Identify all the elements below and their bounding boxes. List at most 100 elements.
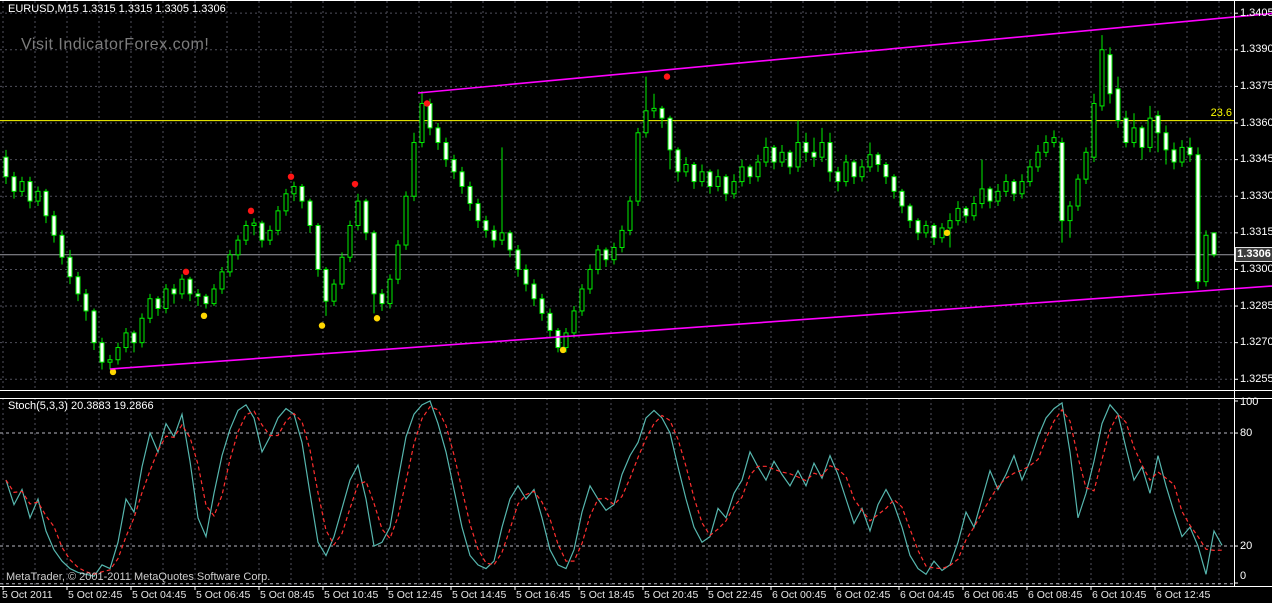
candle-body xyxy=(1012,182,1016,194)
candle-body xyxy=(476,204,480,221)
candle-body xyxy=(412,143,416,197)
candle-body xyxy=(532,284,536,299)
price-axis-label: 1.3330 xyxy=(1240,190,1272,202)
time-axis-label: 5 Oct 22:45 xyxy=(708,589,762,601)
red-signal-dot xyxy=(288,173,294,179)
candle-body xyxy=(740,167,744,182)
candle-body xyxy=(932,226,936,238)
candle-body xyxy=(220,272,224,289)
candle-body xyxy=(876,155,880,165)
candle-body xyxy=(956,208,960,220)
candle-body xyxy=(1132,128,1136,143)
candle-body xyxy=(1172,150,1176,162)
candle-body xyxy=(420,103,424,142)
candle-body xyxy=(484,221,488,231)
candle-body xyxy=(820,143,824,158)
candle-body xyxy=(52,216,56,236)
candle-body xyxy=(100,343,104,363)
candle-body xyxy=(836,172,840,182)
trendline-upper-channel[interactable] xyxy=(418,13,1272,93)
candle-body xyxy=(252,223,256,225)
candle-body xyxy=(1164,133,1168,150)
candle-body xyxy=(196,294,200,296)
red-signal-dot xyxy=(248,208,254,214)
candle-body xyxy=(572,311,576,333)
candle-body xyxy=(1028,167,1032,182)
time-axis-label: 6 Oct 10:45 xyxy=(1092,589,1146,601)
candle-body xyxy=(1196,155,1200,282)
stoch-axis-label: 80 xyxy=(1240,427,1252,439)
candle-body xyxy=(652,108,656,110)
stoch-k-line xyxy=(6,401,1222,576)
candle-body xyxy=(436,128,440,143)
stoch-axis-label: 100 xyxy=(1240,396,1258,408)
candle-body xyxy=(212,289,216,304)
candle-body xyxy=(732,182,736,194)
stoch-axis-label: 20 xyxy=(1240,540,1252,552)
candle-body xyxy=(460,172,464,187)
candle-body xyxy=(132,333,136,343)
candle-body xyxy=(1100,50,1104,106)
candle-body xyxy=(180,279,184,294)
candle-body xyxy=(1060,143,1064,221)
candle-body xyxy=(1020,182,1024,194)
candle-body xyxy=(444,143,448,160)
candle-body xyxy=(324,269,328,301)
candle-body xyxy=(636,133,640,201)
candle-body xyxy=(164,289,168,309)
candle-body xyxy=(708,172,712,187)
candle-body xyxy=(780,152,784,162)
candle-body xyxy=(596,250,600,270)
price-axis-label: 1.3345 xyxy=(1240,153,1272,165)
candle-body xyxy=(1084,152,1088,179)
candle-body xyxy=(76,277,80,294)
time-axis-label: 5 Oct 12:45 xyxy=(388,589,442,601)
candle-body xyxy=(396,245,400,279)
candle-body xyxy=(308,201,312,225)
candle-body xyxy=(644,111,648,133)
price-axis-label: 1.3360 xyxy=(1240,117,1272,129)
candle-body xyxy=(364,201,368,233)
price-axis-label: 1.3390 xyxy=(1240,43,1272,55)
candle-body xyxy=(796,143,800,167)
candle-body xyxy=(908,206,912,221)
candle-body xyxy=(468,186,472,203)
candle-body xyxy=(788,152,792,167)
candle-body xyxy=(356,201,360,225)
chart-canvas[interactable] xyxy=(0,0,1272,603)
time-axis-label: 5 Oct 04:45 xyxy=(132,589,186,601)
candle-body xyxy=(492,230,496,240)
time-axis-label: 5 Oct 10:45 xyxy=(324,589,378,601)
candle-body xyxy=(340,257,344,284)
candle-body xyxy=(12,177,16,192)
candle-body xyxy=(804,143,808,153)
yellow-signal-dot xyxy=(201,313,207,319)
candle-body xyxy=(940,228,944,238)
candle-body xyxy=(764,147,768,162)
candle-body xyxy=(676,150,680,172)
candle-body xyxy=(1204,235,1208,281)
trendline-lower-channel[interactable] xyxy=(110,286,1272,369)
candle-body xyxy=(660,108,664,118)
time-axis-label: 6 Oct 06:45 xyxy=(964,589,1018,601)
yellow-signal-dot xyxy=(560,347,566,353)
candle-body xyxy=(380,294,384,304)
candle-body xyxy=(508,233,512,250)
stochastic-indicator-label: Stoch(5,3,3) 20.3883 19.2866 xyxy=(8,400,154,412)
time-axis-label: 6 Oct 02:45 xyxy=(836,589,890,601)
candle-body xyxy=(516,250,520,270)
candle-body xyxy=(1124,118,1128,142)
candle-body xyxy=(716,177,720,187)
candle-body xyxy=(260,223,264,240)
symbol-quote-overlay: EURUSD,M15 1.3315 1.3315 1.3305 1.3306 xyxy=(8,3,226,15)
copyright-text: MetaTrader, © 2001-2011 MetaQuotes Softw… xyxy=(6,571,270,583)
candle-body xyxy=(916,221,920,233)
candle-body xyxy=(996,191,1000,201)
candle-body xyxy=(236,240,240,255)
candle-body xyxy=(692,164,696,181)
candle-body xyxy=(564,333,568,348)
candle-body xyxy=(628,201,632,230)
candle-body xyxy=(44,191,48,215)
candle-body xyxy=(1076,179,1080,206)
candle-body xyxy=(724,177,728,194)
